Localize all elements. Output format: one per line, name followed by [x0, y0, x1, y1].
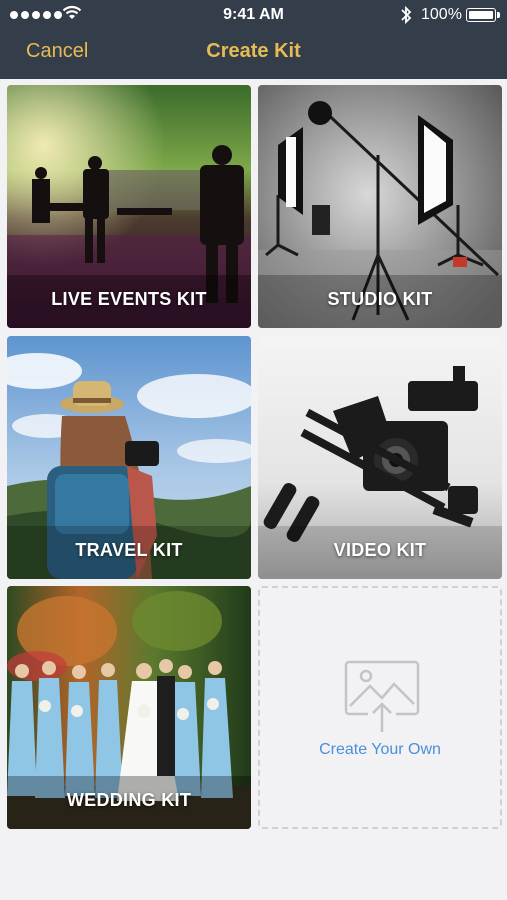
kit-label: LIVE EVENTS KIT	[51, 289, 207, 309]
kit-tile-wedding[interactable]: WEDDING KIT	[7, 586, 251, 829]
create-your-own-label: Create Your Own	[319, 741, 441, 758]
image-upload-icon	[344, 660, 420, 734]
kit-label: STUDIO KIT	[327, 289, 433, 309]
kit-label: VIDEO KIT	[333, 540, 427, 560]
kit-tile-travel[interactable]: TRAVEL KIT	[7, 336, 251, 579]
battery-icon	[466, 8, 500, 22]
kit-tile-video[interactable]: VIDEO KIT	[258, 336, 502, 579]
kit-label: WEDDING KIT	[66, 790, 192, 810]
app-header: 9:41 AM 100% Cancel Create Kit	[0, 0, 507, 79]
create-your-own-tile[interactable]: Create Your Own	[258, 586, 502, 829]
bluetooth-icon	[401, 5, 412, 25]
kit-label: TRAVEL KIT	[75, 540, 183, 560]
page-title: Create Kit	[206, 40, 301, 62]
status-bar: 9:41 AM 100%	[0, 0, 507, 32]
kit-tile-studio[interactable]: STUDIO KIT	[258, 85, 502, 328]
kit-grid: LIVE EVENTS KIT STUDIO KIT TRAVEL KIT VI…	[0, 79, 507, 900]
kit-tile-live-events[interactable]: LIVE EVENTS KIT	[7, 85, 251, 328]
battery-percent: 100%	[421, 6, 462, 23]
